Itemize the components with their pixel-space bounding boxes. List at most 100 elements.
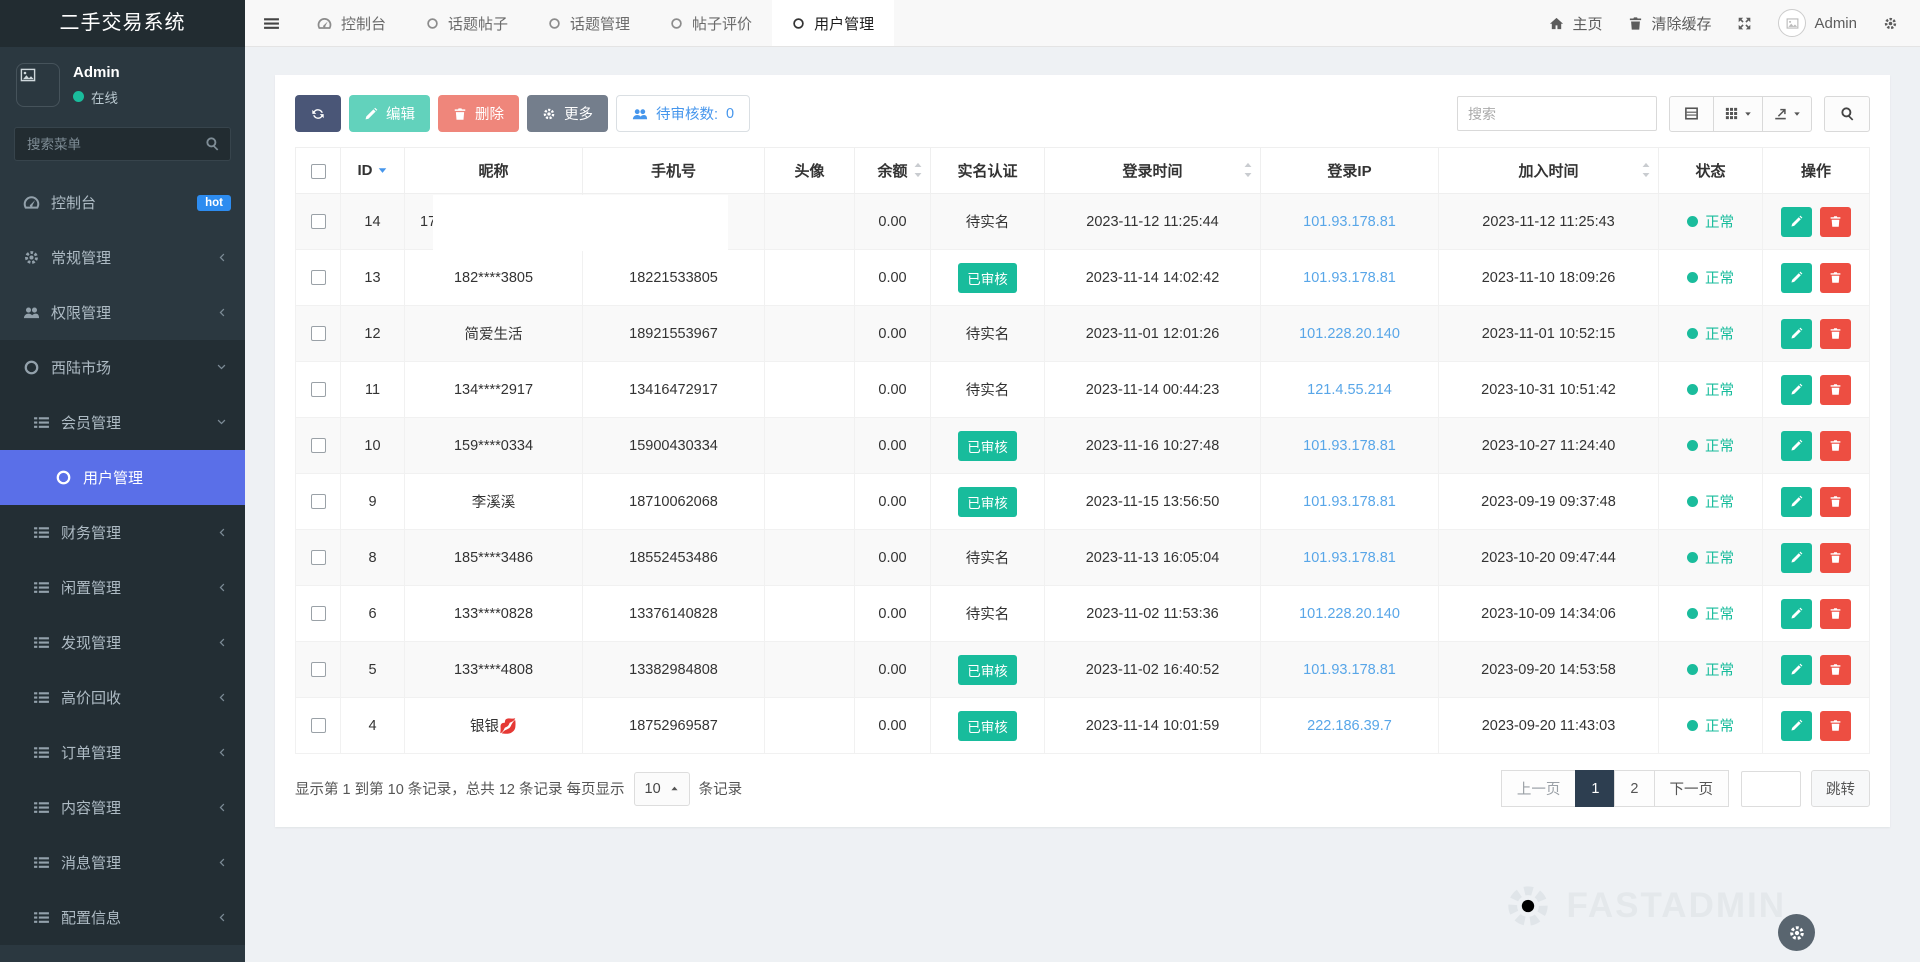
row-edit-button[interactable]	[1781, 319, 1812, 349]
row-delete-button[interactable]	[1820, 263, 1851, 293]
sidebar-item-message-mgmt[interactable]: 消息管理	[0, 835, 245, 890]
sidebar-item-content-mgmt[interactable]: 内容管理	[0, 780, 245, 835]
table-footer: 显示第 1 到第 10 条记录，总共 12 条记录 每页显示 10 条记录 上一…	[295, 770, 1870, 807]
column-header[interactable]: 登录时间	[1045, 148, 1261, 194]
sidebar-item-general-mgmt[interactable]: 常规管理	[0, 230, 245, 285]
ip-link[interactable]: 101.228.20.140	[1299, 326, 1400, 342]
sidebar-item-label: 高价回收	[61, 687, 121, 708]
jump-button[interactable]: 跳转	[1811, 770, 1870, 807]
sidebar-item-discovery-mgmt[interactable]: 发现管理	[0, 615, 245, 670]
sidebar-item-config-info[interactable]: 配置信息	[0, 890, 245, 945]
ip-link[interactable]: 101.93.178.81	[1303, 662, 1396, 678]
row-delete-button[interactable]	[1820, 375, 1851, 405]
sidebar-item-member-mgmt[interactable]: 会员管理	[0, 395, 245, 450]
page-button-2[interactable]: 2	[1614, 770, 1654, 807]
prev-page-button[interactable]: 上一页	[1501, 770, 1577, 807]
columns-button[interactable]	[1713, 96, 1763, 132]
row-edit-button[interactable]	[1781, 207, 1812, 237]
sort-icons	[913, 160, 923, 180]
ip-link[interactable]: 101.93.178.81	[1303, 438, 1396, 454]
settings-button[interactable]	[1883, 16, 1898, 31]
jump-page-input[interactable]	[1741, 771, 1801, 807]
tab-label: 控制台	[341, 13, 386, 34]
sidebar-item-user-mgmt[interactable]: 用户管理	[0, 450, 245, 505]
ip-link[interactable]: 101.93.178.81	[1303, 270, 1396, 286]
caret-up-icon	[1243, 160, 1253, 170]
sidebar-item-permission-mgmt[interactable]: 权限管理	[0, 285, 245, 340]
row-delete-button[interactable]	[1820, 207, 1851, 237]
tab-console[interactable]: 控制台	[297, 0, 406, 46]
table-row: 8185****3486185524534860.00待实名2023-11-13…	[296, 530, 1870, 586]
menu-toggle-button[interactable]	[245, 0, 297, 46]
ip-link[interactable]: 222.186.39.7	[1307, 718, 1392, 734]
detail-view-button[interactable]	[1669, 96, 1714, 132]
row-checkbox[interactable]	[311, 662, 326, 677]
refresh-button[interactable]	[295, 95, 341, 132]
table-search-input[interactable]	[1457, 96, 1657, 131]
fullscreen-button[interactable]	[1737, 16, 1752, 31]
page-size-select[interactable]: 10	[634, 772, 690, 806]
tab-post-review[interactable]: 帖子评价	[650, 0, 772, 46]
page-button-1[interactable]: 1	[1575, 770, 1615, 807]
list-icon	[33, 579, 50, 596]
row-edit-button[interactable]	[1781, 655, 1812, 685]
row-checkbox[interactable]	[311, 550, 326, 565]
corner-settings-fab[interactable]	[1778, 914, 1815, 951]
tab-topic-mgmt[interactable]: 话题管理	[528, 0, 650, 46]
row-edit-button[interactable]	[1781, 263, 1812, 293]
row-delete-button[interactable]	[1820, 655, 1851, 685]
pending-count-button[interactable]: 待审核数: 0	[616, 95, 750, 132]
menu-search-input[interactable]	[14, 127, 231, 161]
row-edit-button[interactable]	[1781, 543, 1812, 573]
sidebar-item-recycle-mgmt[interactable]: 高价回收	[0, 670, 245, 725]
export-button[interactable]	[1762, 96, 1812, 132]
row-checkbox[interactable]	[311, 438, 326, 453]
column-header[interactable]: ID	[341, 148, 405, 194]
sidebar-item-idle-mgmt[interactable]: 闲置管理	[0, 560, 245, 615]
join-time-cell: 2023-09-19 09:37:48	[1439, 474, 1659, 530]
ip-link[interactable]: 101.228.20.140	[1299, 606, 1400, 622]
row-edit-button[interactable]	[1781, 487, 1812, 517]
ip-link[interactable]: 101.93.178.81	[1303, 550, 1396, 566]
ip-link[interactable]: 101.93.178.81	[1303, 214, 1396, 230]
row-checkbox[interactable]	[311, 214, 326, 229]
edit-button[interactable]: 编辑	[349, 95, 430, 132]
row-delete-button[interactable]	[1820, 431, 1851, 461]
nickname-cell: 159****0334	[405, 418, 583, 474]
broken-image-icon	[20, 67, 36, 83]
row-checkbox[interactable]	[311, 718, 326, 733]
column-header[interactable]: 余额	[855, 148, 931, 194]
row-checkbox[interactable]	[311, 270, 326, 285]
row-delete-button[interactable]	[1820, 319, 1851, 349]
sidebar-item-console[interactable]: 控制台hot	[0, 175, 245, 230]
row-edit-button[interactable]	[1781, 431, 1812, 461]
table-header: ID昵称手机号头像余额 实名认证登录时间 登录IP加入时间 状态操作	[296, 148, 1870, 194]
sidebar-item-order-mgmt[interactable]: 订单管理	[0, 725, 245, 780]
clear-cache-button[interactable]: 清除缓存	[1628, 13, 1711, 34]
row-checkbox[interactable]	[311, 606, 326, 621]
tab-topic-posts[interactable]: 话题帖子	[406, 0, 528, 46]
sidebar-item-xilu-market[interactable]: 西陆市场	[0, 340, 245, 395]
row-delete-button[interactable]	[1820, 487, 1851, 517]
select-all-checkbox[interactable]	[311, 164, 326, 179]
home-link[interactable]: 主页	[1549, 13, 1602, 34]
advanced-search-button[interactable]	[1824, 96, 1870, 132]
delete-button[interactable]: 删除	[438, 95, 519, 132]
ip-link[interactable]: 121.4.55.214	[1307, 382, 1392, 398]
tab-user-mgmt[interactable]: 用户管理	[772, 0, 894, 46]
row-delete-button[interactable]	[1820, 543, 1851, 573]
column-header[interactable]: 加入时间	[1439, 148, 1659, 194]
ip-link[interactable]: 101.93.178.81	[1303, 494, 1396, 510]
user-menu[interactable]: Admin	[1778, 9, 1857, 37]
row-edit-button[interactable]	[1781, 599, 1812, 629]
more-button[interactable]: 更多	[527, 95, 608, 132]
row-edit-button[interactable]	[1781, 711, 1812, 741]
row-checkbox[interactable]	[311, 494, 326, 509]
row-edit-button[interactable]	[1781, 375, 1812, 405]
row-checkbox[interactable]	[311, 382, 326, 397]
row-delete-button[interactable]	[1820, 599, 1851, 629]
sidebar-item-finance-mgmt[interactable]: 财务管理	[0, 505, 245, 560]
next-page-button[interactable]: 下一页	[1654, 770, 1730, 807]
row-checkbox[interactable]	[311, 326, 326, 341]
row-delete-button[interactable]	[1820, 711, 1851, 741]
